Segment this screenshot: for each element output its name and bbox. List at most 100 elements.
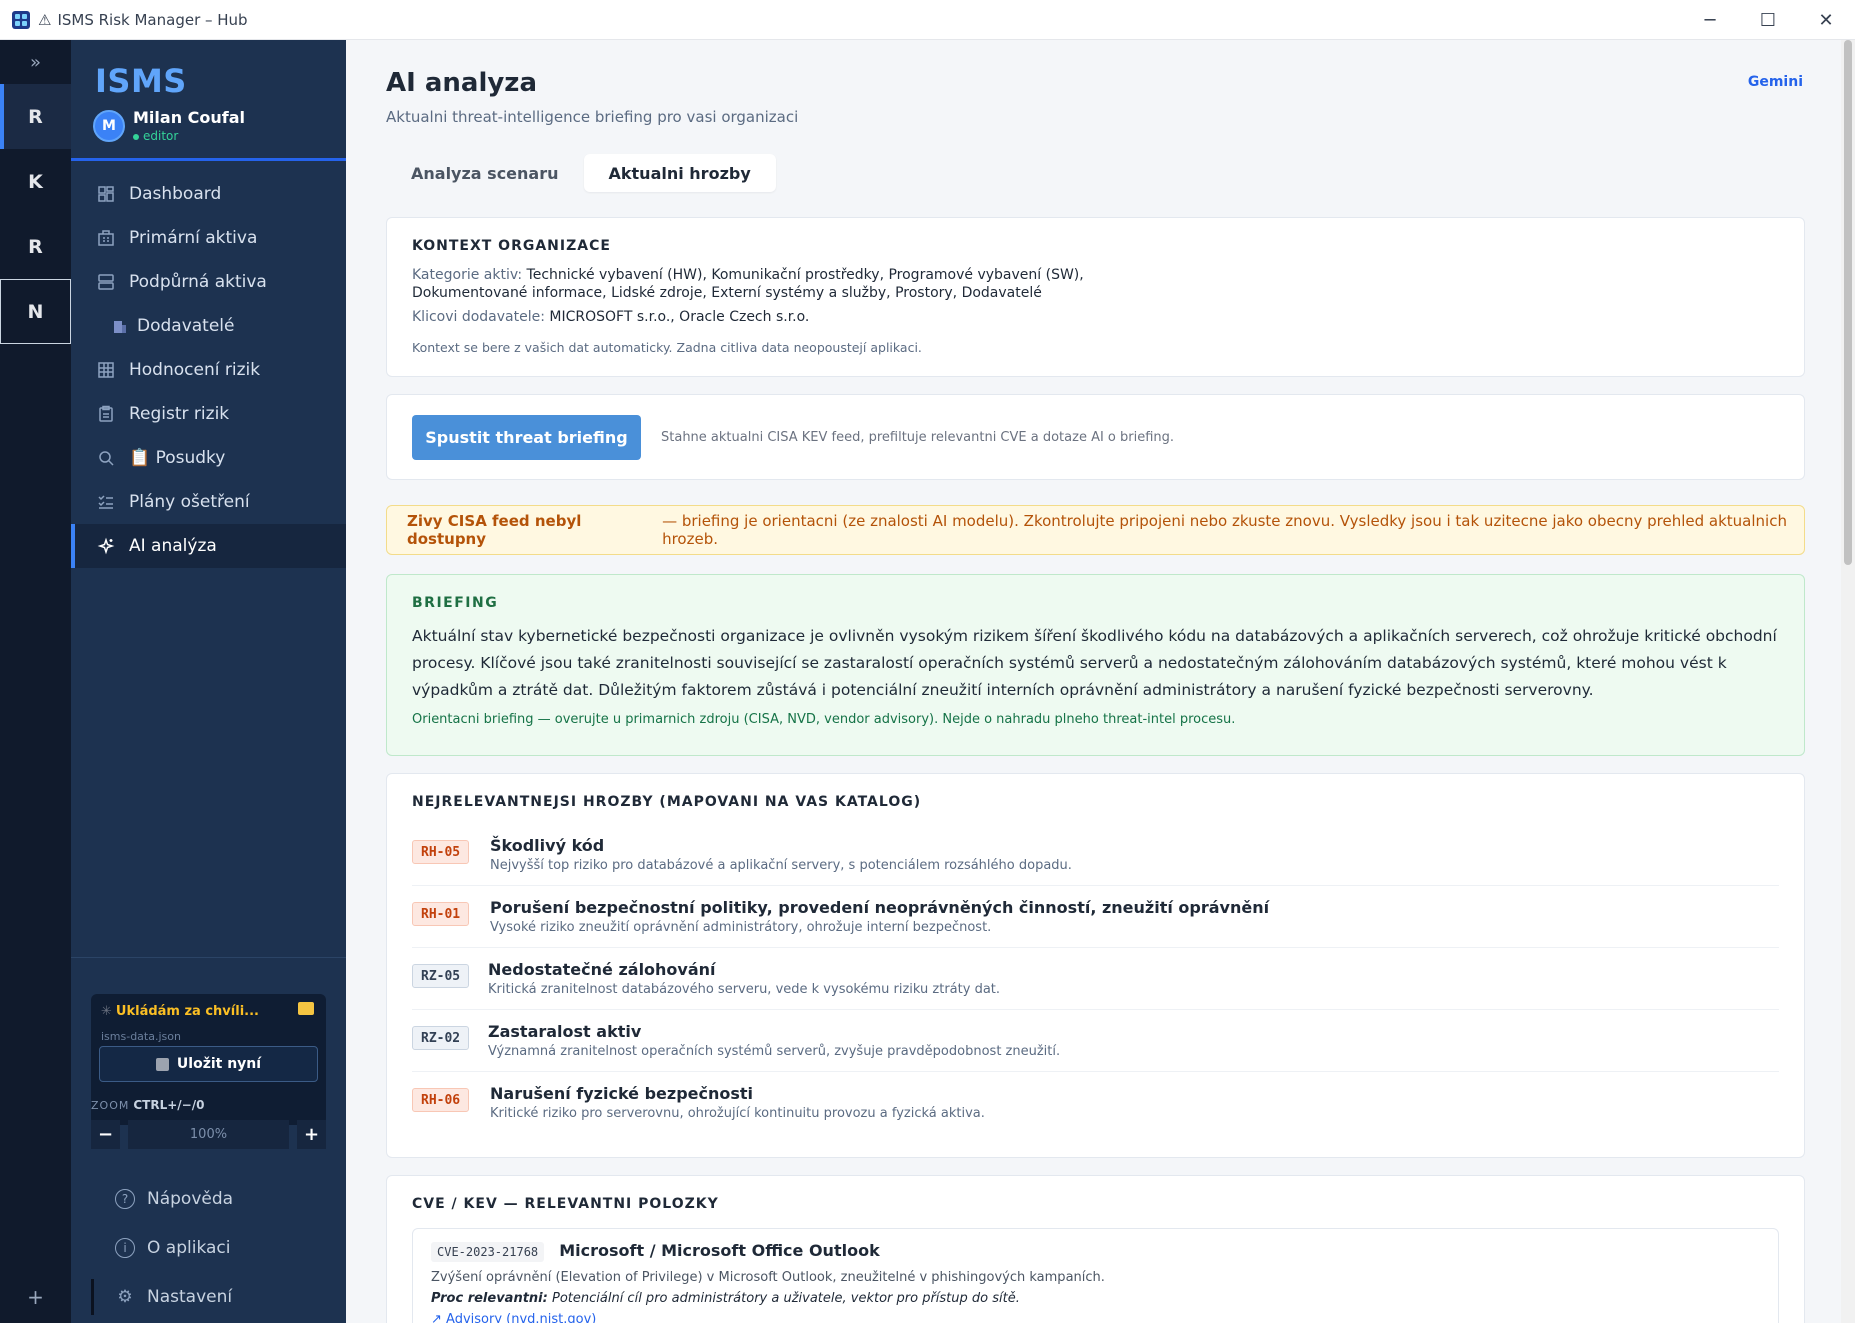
relevance-text: Potenciální cíl pro administrátory a uži… <box>551 1291 1020 1306</box>
sidebar-item-risk-register[interactable]: Registr rizik <box>71 392 346 436</box>
sidebar-item-label: Nápověda <box>147 1189 234 1209</box>
key-suppliers: Klicovi dodavatele: MICROSOFT s.r.o., Or… <box>412 308 1779 326</box>
sidebar: ISMS M Milan Coufal editor Dashboard Pri… <box>71 40 346 1323</box>
threat-description: Vysoké riziko zneužití oprávnění adminis… <box>490 920 992 935</box>
user-role: editor <box>133 129 245 143</box>
help-icon: ? <box>115 1189 135 1209</box>
rail-item-n[interactable]: N <box>0 279 71 344</box>
scrollbar-thumb[interactable] <box>1844 40 1852 565</box>
threat-list: RH-05 Škodlivý kód Nejvyšší top riziko p… <box>412 824 1779 1134</box>
sidebar-item-help[interactable]: ? Nápověda <box>91 1177 326 1221</box>
cve-id: CVE-2023-21768 <box>431 1242 545 1262</box>
sparkle-icon <box>97 537 115 555</box>
server-icon <box>97 273 115 291</box>
zoom-shortcut: CTRL+/−/0 <box>133 1098 205 1112</box>
warning-icon: ⚠ <box>38 10 52 29</box>
window-title: ISMS Risk Manager – Hub <box>57 10 248 29</box>
user-name: Milan Coufal <box>133 108 246 127</box>
clipboard-icon <box>97 405 115 423</box>
threat-code-badge: RH-01 <box>412 902 470 926</box>
sidebar-item-about[interactable]: i O aplikaci <box>91 1226 326 1270</box>
zoom-value: 100% <box>128 1120 289 1149</box>
save-now-button[interactable]: Uložit nyní <box>99 1046 318 1082</box>
gear-icon: ⚙ <box>117 1287 133 1307</box>
app-logo: ISMS <box>95 62 187 100</box>
context-note: Kontext se bere z vašich dat automaticky… <box>412 340 922 355</box>
add-workspace-button[interactable]: + <box>0 1285 71 1309</box>
save-now-label: Uložit nyní <box>176 1056 262 1072</box>
sidebar-item-label: Plány ošetření <box>129 492 250 512</box>
sidebar-item-treatment-plans[interactable]: Plány ošetření <box>71 480 346 524</box>
suppliers-label: Klicovi dodavatele: <box>412 309 545 325</box>
rail-item-k[interactable]: K <box>0 149 71 214</box>
ai-provider-link[interactable]: Gemini <box>1748 74 1803 90</box>
zoom-control: − 100% + <box>91 1120 326 1149</box>
threat-description: Kritická zranitelnost databázového serve… <box>488 982 1001 997</box>
minimize-button[interactable]: ─ <box>1681 0 1739 40</box>
run-briefing-card: Spustit threat briefing Stahne aktualni … <box>386 394 1805 480</box>
categories-line-2: Dokumentované informace, Lidské zdroje, … <box>412 285 1042 301</box>
folder-icon[interactable] <box>298 1002 314 1015</box>
page-title: AI analyza <box>386 68 537 98</box>
threat-description: Nejvyšší top riziko pro databázové a apl… <box>490 858 1072 873</box>
external-link-icon: ↗ <box>431 1312 447 1323</box>
rail-item-r2[interactable]: R <box>0 214 71 279</box>
dashboard-icon <box>97 185 115 203</box>
maximize-button[interactable]: ☐ <box>1739 0 1797 40</box>
alert-text: — briefing je orientacni (ze znalosti AI… <box>662 512 1787 548</box>
cve-heading: CVE / KEV — RELEVANTNI POLOZKY <box>412 1196 719 1212</box>
threat-title: Narušení fyzické bezpečnosti <box>490 1084 754 1103</box>
sidebar-item-risk-assessment[interactable]: Hodnocení rizik <box>71 348 346 392</box>
zoom-label: ZOOM CTRL+/−/0 <box>91 1098 204 1112</box>
threat-code-badge: RH-06 <box>412 1088 470 1112</box>
sidebar-item-label: O aplikaci <box>147 1238 231 1258</box>
sidebar-item-label: AI analýza <box>129 536 217 556</box>
threats-heading: NEJRELEVANTNEJSI HROZBY (MAPOVANI NA VAS… <box>412 794 922 810</box>
search-icon <box>97 449 115 467</box>
threat-code-badge: RZ-05 <box>412 964 470 988</box>
sidebar-item-label: Hodnocení rizik <box>129 360 261 380</box>
run-briefing-hint: Stahne aktualni CISA KEV feed, prefiltuj… <box>661 429 1175 445</box>
zoom-in-button[interactable]: + <box>297 1120 326 1149</box>
threat-row: RZ-02 Zastaralost aktiv Významná zranite… <box>412 1010 1779 1072</box>
sidebar-bottom-divider <box>71 957 346 958</box>
feed-unavailable-alert: Zivy CISA feed nebyl dostupny — briefing… <box>386 505 1805 555</box>
briefing-heading: BRIEFING <box>412 595 499 611</box>
user-profile[interactable]: M Milan Coufal editor <box>93 108 245 143</box>
advisory-link[interactable]: ↗ Advisory (nvd.nist.gov) <box>431 1312 1760 1323</box>
run-threat-briefing-button[interactable]: Spustit threat briefing <box>412 414 641 460</box>
grid-icon <box>97 361 115 379</box>
tab-scenario-analysis[interactable]: Analyza scenaru <box>386 154 584 192</box>
sidebar-item-supporting-assets[interactable]: Podpůrná aktiva <box>71 260 346 304</box>
title-bar: ⚠ ISMS Risk Manager – Hub ─ ☐ ✕ <box>0 0 1855 40</box>
threat-code-badge: RH-05 <box>412 840 470 864</box>
sidebar-divider <box>71 158 346 161</box>
sidebar-item-ai-analysis[interactable]: AI analýza <box>71 524 346 568</box>
threat-row: RH-05 Škodlivý kód Nejvyšší top riziko p… <box>412 824 1779 886</box>
cve-kev-card: CVE / KEV — RELEVANTNI POLOZKY CVE-2023-… <box>386 1175 1805 1323</box>
close-button[interactable]: ✕ <box>1797 0 1855 40</box>
briefing-text: Aktuální stav kybernetické bezpečnosti o… <box>412 627 1777 699</box>
data-file-name: isms-data.json <box>101 1030 181 1043</box>
categories-line-1: Technické vybavení (HW), Komunikační pro… <box>526 267 1084 283</box>
sidebar-item-settings[interactable]: ⚙ Nastavení <box>91 1275 326 1319</box>
main-scrollbar[interactable] <box>1841 40 1855 1323</box>
cve-item: CVE-2023-21768 Microsoft / Microsoft Off… <box>412 1228 1779 1323</box>
sidebar-item-reviews[interactable]: 📋 Posudky <box>71 436 346 480</box>
expand-rail-button[interactable]: » <box>0 40 71 84</box>
tab-bar: Analyza scenaru Aktualni hrozby <box>386 154 776 192</box>
alert-title: Zivy CISA feed nebyl dostupny <box>407 512 582 548</box>
sidebar-item-dashboard[interactable]: Dashboard <box>71 172 346 216</box>
threat-title: Porušení bezpečnostní politiky, proveden… <box>490 898 1270 917</box>
avatar: M <box>93 109 125 142</box>
sidebar-item-primary-assets[interactable]: Primární aktiva <box>71 216 346 260</box>
sidebar-item-suppliers[interactable]: Dodavatelé <box>71 304 346 348</box>
supplier-icon <box>111 317 129 335</box>
user-role-label: editor <box>143 129 179 143</box>
cve-relevance: Proc relevantni: Potenciální cíl pro adm… <box>431 1291 1760 1306</box>
zoom-out-button[interactable]: − <box>91 1120 120 1149</box>
threat-title: Nedostatečné zálohování <box>488 960 716 979</box>
tab-current-threats[interactable]: Aktualni hrozby <box>583 154 776 192</box>
sidebar-item-label: Dodavatelé <box>137 316 235 336</box>
rail-item-r1[interactable]: R <box>0 84 71 149</box>
